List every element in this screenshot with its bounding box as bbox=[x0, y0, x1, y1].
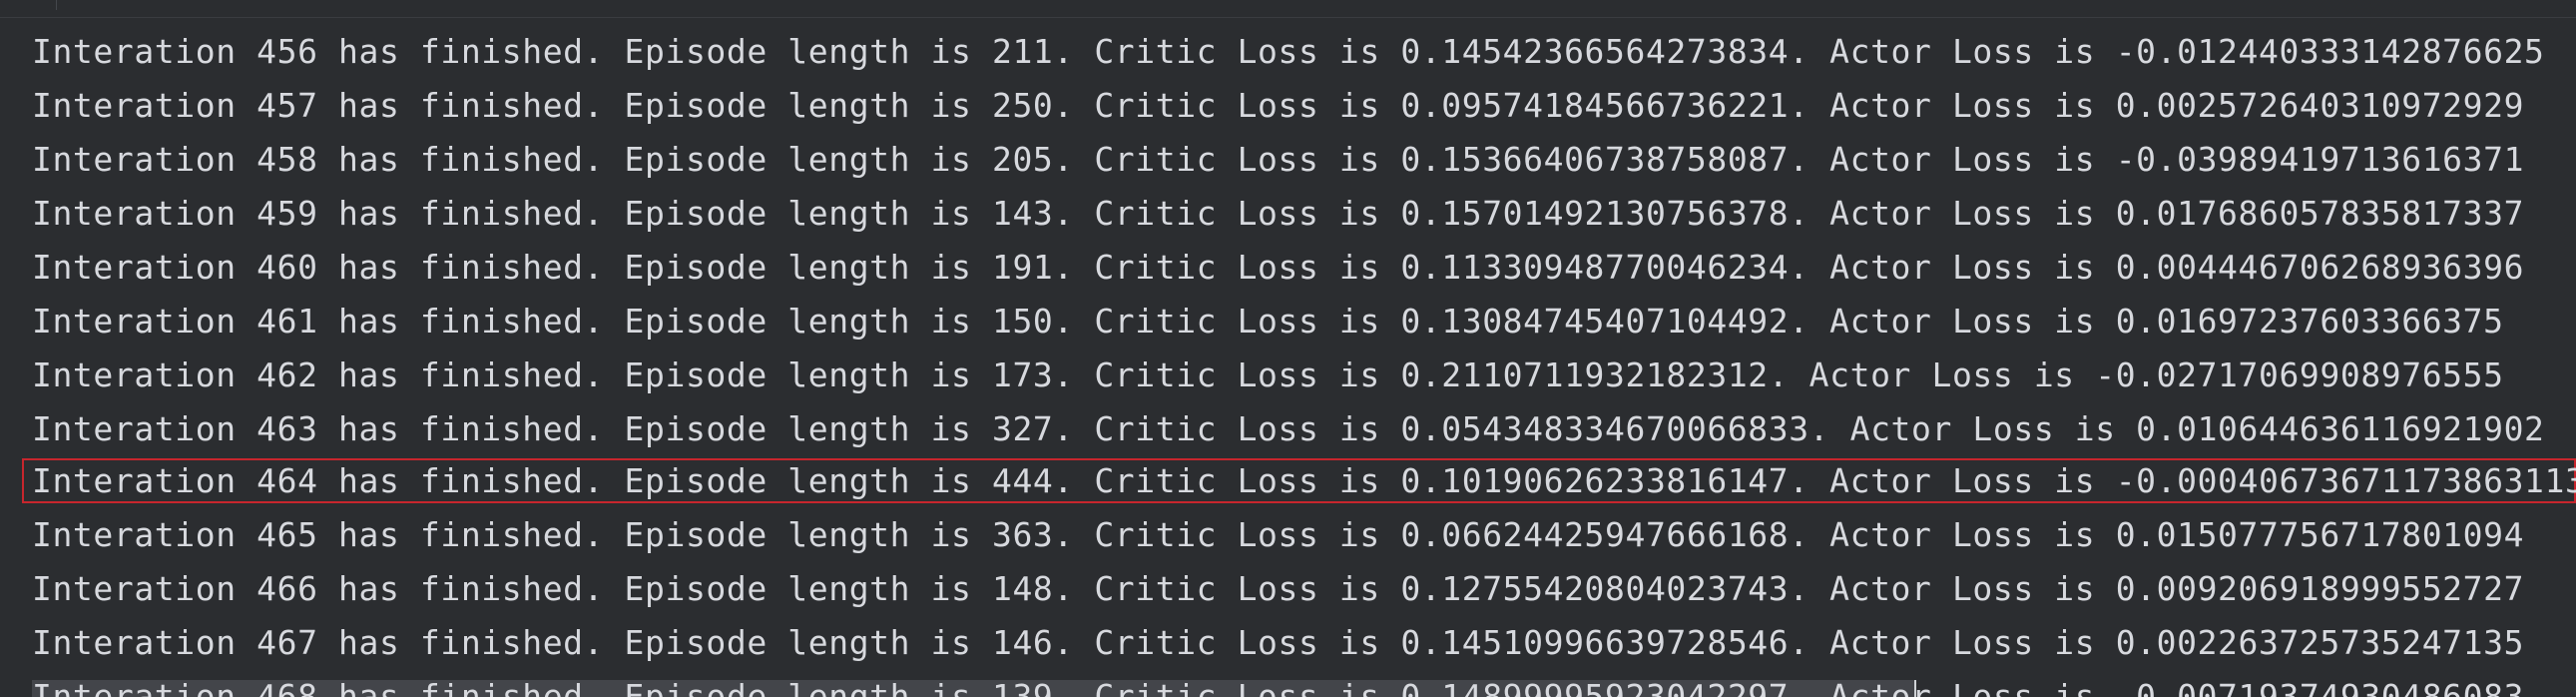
log-line: Interation 457 has finished. Episode len… bbox=[32, 86, 2525, 125]
log-line: Interation 458 has finished. Episode len… bbox=[32, 140, 2525, 179]
log-line: Interation 461 has finished. Episode len… bbox=[32, 302, 2504, 341]
log-line: Interation 456 has finished. Episode len… bbox=[32, 32, 2545, 71]
log-line-highlighted: Interation 464 has finished. Episode len… bbox=[32, 461, 2576, 500]
log-line: Interation 460 has finished. Episode len… bbox=[32, 248, 2525, 287]
tab-corner bbox=[0, 0, 57, 10]
log-line: Interation 459 has finished. Episode len… bbox=[32, 194, 2525, 233]
log-line: Interation 465 has finished. Episode len… bbox=[32, 515, 2525, 554]
console-output[interactable]: Interation 456 has finished. Episode len… bbox=[0, 0, 2576, 697]
console-header-strip bbox=[0, 0, 2576, 18]
log-line: Interation 462 has finished. Episode len… bbox=[32, 355, 2504, 394]
text-cursor bbox=[1914, 680, 1916, 697]
log-line: Interation 463 has finished. Episode len… bbox=[32, 409, 2545, 448]
log-line: Interation 466 has finished. Episode len… bbox=[32, 569, 2525, 608]
log-line: Interation 467 has finished. Episode len… bbox=[32, 623, 2525, 662]
log-line-partial: Interation 468 has finished. Episode len… bbox=[32, 677, 2525, 697]
